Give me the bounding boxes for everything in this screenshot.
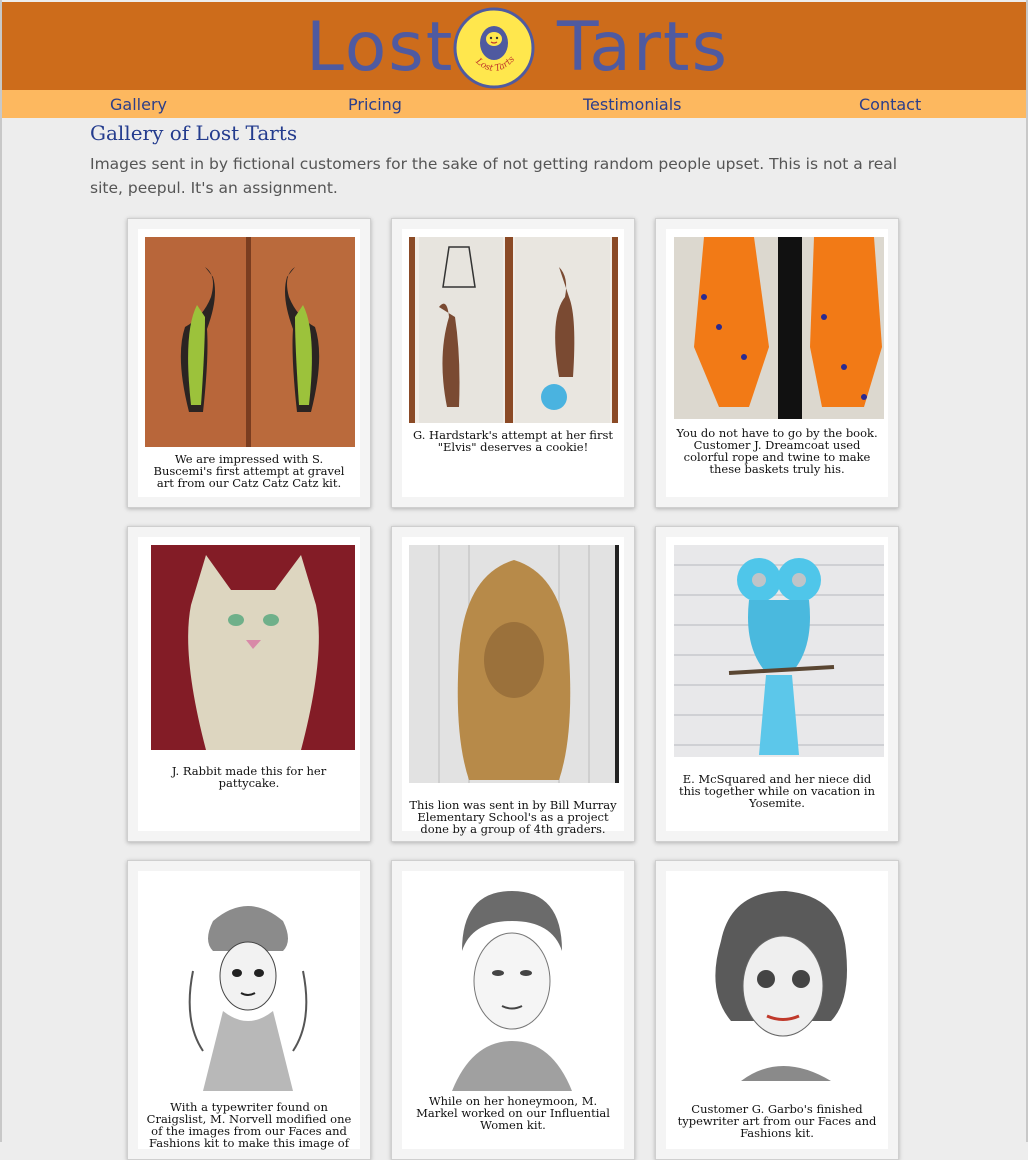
macrame-owl-photo[interactable] — [674, 545, 884, 757]
gallery-caption: E. McSquared and her niece did this toge… — [678, 772, 876, 810]
gallery-caption: G. Hardstark's attempt at her first "Elv… — [412, 428, 614, 454]
gallery-card[interactable]: Customer G. Garbo's finished typewriter … — [655, 860, 899, 1160]
intro-text: Images sent in by fictional customers fo… — [90, 155, 898, 197]
card-inner: We are impressed with S. Buscemi's first… — [138, 229, 360, 497]
card-inner: G. Hardstark's attempt at her first "Elv… — [402, 229, 624, 497]
logo-badge-icon[interactable]: Lost Tarts — [453, 7, 535, 89]
page-border-left — [0, 0, 2, 1142]
page-title: Gallery of Lost Tarts — [90, 121, 298, 145]
main-nav: Gallery Pricing Testimonials Contact — [2, 90, 1026, 118]
gallery-caption: We are impressed with S. Buscemi's first… — [153, 452, 345, 490]
gallery-card[interactable]: With a typewriter found on Craigslist, M… — [127, 860, 371, 1160]
gallery-card[interactable]: We are impressed with S. Buscemi's first… — [127, 218, 371, 508]
gallery-caption: You do not have to go by the book. Custo… — [676, 426, 878, 476]
card-inner: You do not have to go by the book. Custo… — [666, 229, 888, 497]
typewriter-art-norvell-photo[interactable] — [153, 881, 343, 1095]
typewriter-art-garbo-photo[interactable] — [691, 881, 871, 1091]
logo-word-lost: Lost — [306, 8, 455, 87]
card-inner: E. McSquared and her niece did this toge… — [666, 537, 888, 831]
card-inner: With a typewriter found on Craigslist, M… — [138, 871, 360, 1149]
site-header: Lost Lost Tarts Tarts — [2, 2, 1026, 90]
gallery-card[interactable]: J. Rabbit made this for her pattycake. — [127, 526, 371, 842]
typewriter-art-queen-photo[interactable] — [432, 881, 592, 1091]
gallery-card[interactable]: This lion was sent in by Bill Murray Ele… — [391, 526, 635, 842]
nav-testimonials-link[interactable]: Testimonials — [583, 94, 682, 116]
elvis-cats-photo[interactable] — [409, 237, 618, 423]
gallery-caption: This lion was sent in by Bill Murray Ele… — [409, 798, 617, 836]
nav-contact-link[interactable]: Contact — [859, 94, 921, 116]
macrame-lion-photo[interactable] — [409, 545, 619, 783]
card-inner: Customer G. Garbo's finished typewriter … — [666, 871, 888, 1149]
card-inner: This lion was sent in by Bill Murray Ele… — [402, 537, 624, 835]
gallery-caption: While on her honeymoon, M. Markel worked… — [416, 1094, 610, 1132]
nav-pricing-link[interactable]: Pricing — [348, 94, 402, 116]
macrame-baskets-photo[interactable] — [674, 237, 884, 419]
gallery-card[interactable]: You do not have to go by the book. Custo… — [655, 218, 899, 508]
logo-word-tarts: Tarts — [557, 8, 729, 87]
nav-gallery-link[interactable]: Gallery — [110, 94, 167, 116]
gallery-caption: Customer G. Garbo's finished typewriter … — [677, 1102, 877, 1140]
gallery-card[interactable]: While on her honeymoon, M. Markel worked… — [391, 860, 635, 1160]
card-inner: While on her honeymoon, M. Markel worked… — [402, 871, 624, 1149]
gravel-cats-photo[interactable] — [145, 237, 355, 447]
gallery-caption: J. Rabbit made this for her pattycake. — [171, 764, 327, 790]
card-inner: J. Rabbit made this for her pattycake. — [138, 537, 360, 831]
cat-tote-photo[interactable] — [151, 545, 355, 750]
gallery-card[interactable]: G. Hardstark's attempt at her first "Elv… — [391, 218, 635, 508]
gallery-card[interactable]: E. McSquared and her niece did this toge… — [655, 526, 899, 842]
